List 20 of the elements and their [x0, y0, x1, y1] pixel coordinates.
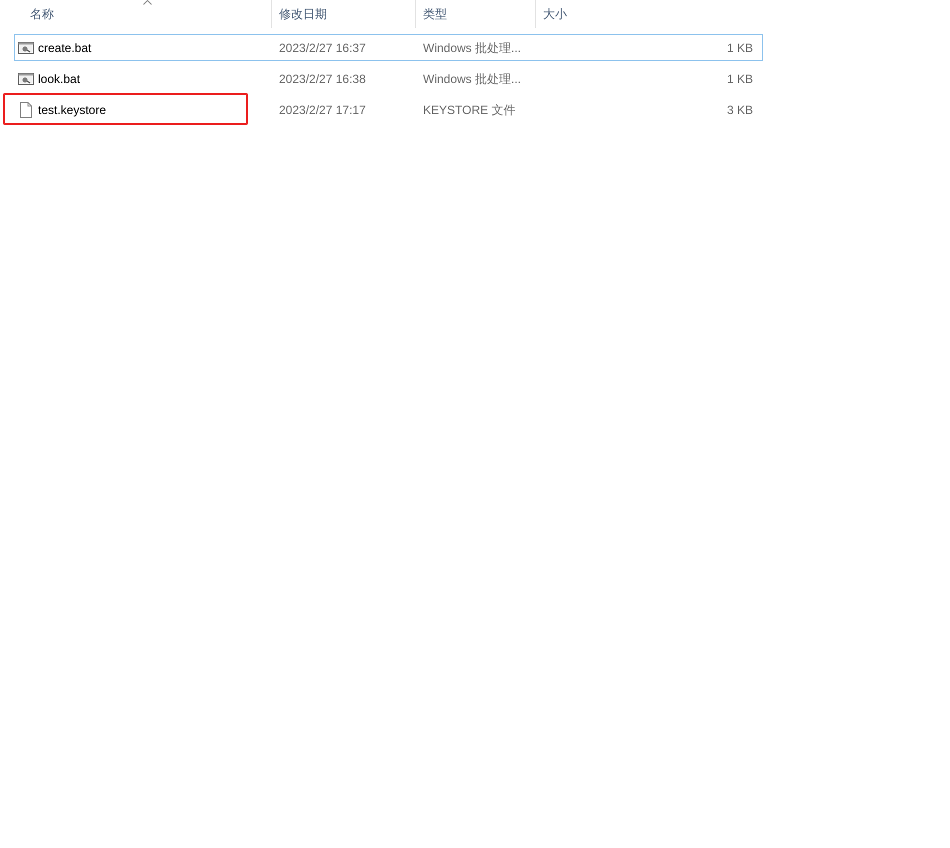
column-header[interactable]: 修改日期 [271, 0, 415, 28]
file-type: Windows 批处理... [423, 40, 522, 56]
file-name: create.bat [38, 40, 92, 56]
file-row[interactable]: look.bat 2023/2/27 16:38 Windows 批处理... 1 KB [14, 65, 763, 92]
file-date: 2023/2/27 17:17 [279, 102, 366, 118]
file-date: 2023/2/27 16:37 [279, 40, 366, 56]
file-type: Windows 批处理... [423, 70, 522, 88]
column-header[interactable]: 名称 [14, 0, 271, 28]
column-header[interactable]: 类型 [415, 0, 535, 28]
file-size: 1 KB [726, 70, 753, 88]
file-date: 2023/2/27 16:38 [279, 70, 366, 88]
file-type: KEYSTORE 文件 [423, 102, 516, 118]
document-icon [18, 102, 34, 118]
file-name: test.keystore [38, 102, 106, 118]
file-row[interactable]: create.bat 2023/2/27 16:37 Windows 批处理... 1 KB [14, 34, 763, 61]
column-header[interactable]: 大小 [535, 0, 761, 28]
file-row[interactable]: test.keystore 2023/2/27 17:17 KEYSTORE 文件 3 KB [14, 96, 763, 123]
file-size: 1 KB [726, 40, 753, 56]
file-size: 3 KB [726, 102, 753, 118]
file-name: look.bat [38, 70, 80, 88]
